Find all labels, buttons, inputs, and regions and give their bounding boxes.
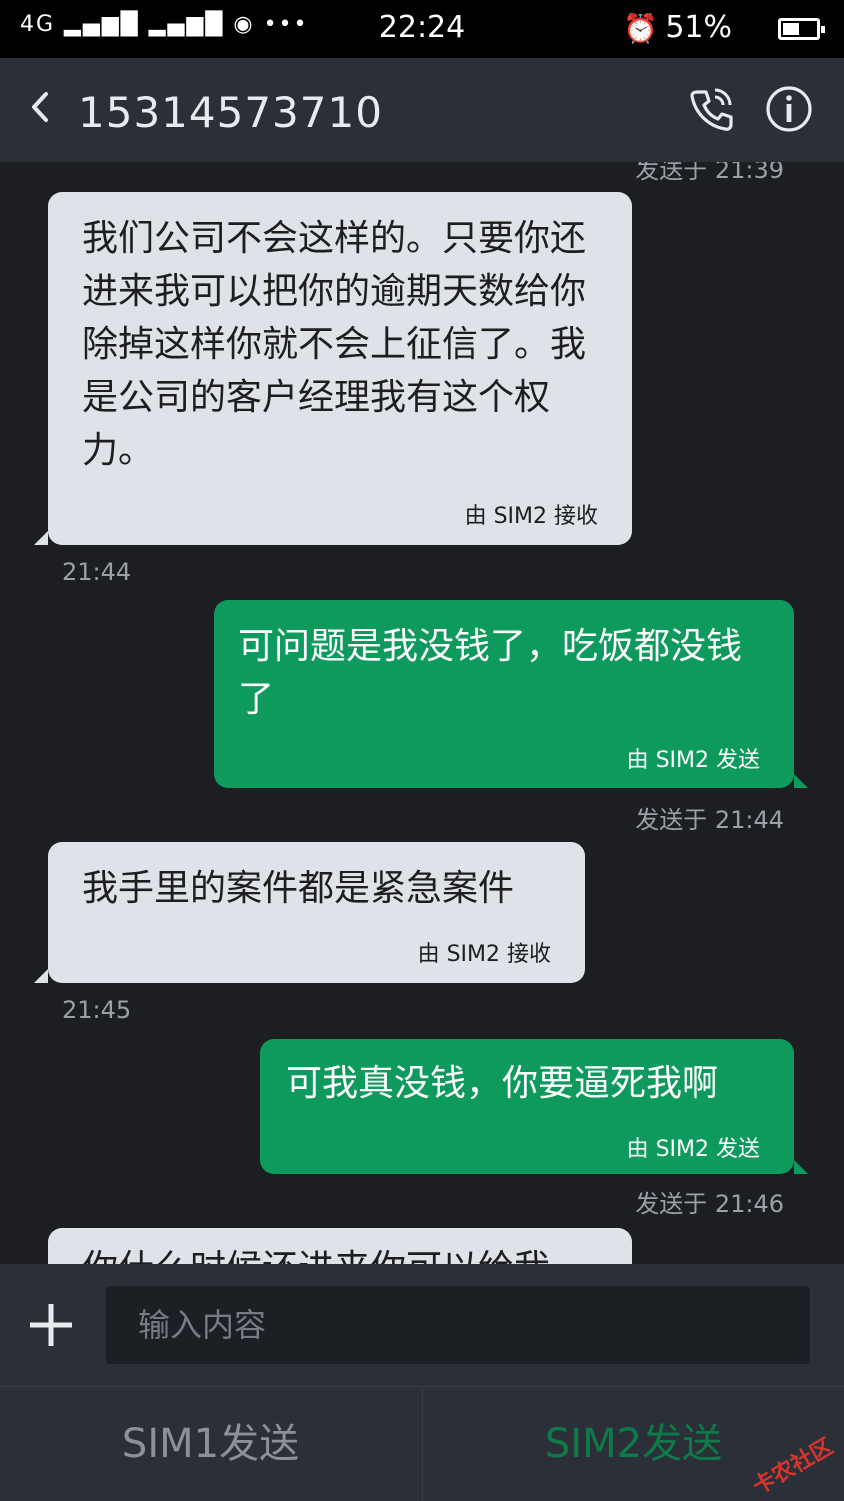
message-text: 可我真没钱，你要逼死我啊 <box>286 1063 719 1104</box>
message-bubble-outgoing[interactable]: 可我真没钱，你要逼死我啊 由 SIM2 发送 <box>260 1039 808 1174</box>
message-text: 你什么时候还进来你可以给我 <box>82 1242 608 1264</box>
timestamp: 发送于 21:46 <box>635 1190 784 1218</box>
info-icon[interactable] <box>764 84 814 134</box>
sim-send-bar: SIM1发送 SIM2发送 卡农社区 <box>0 1386 844 1501</box>
timestamp: 21:45 <box>62 996 132 1024</box>
back-arrow-icon[interactable] <box>22 82 72 132</box>
plus-icon[interactable] <box>26 1300 76 1350</box>
contact-number: 15314573710 <box>78 88 383 137</box>
status-bar: 4G ▂▄▆█ ▂▄▆█ ◉ ••• 22:24 ⏰ 51% <box>0 0 844 58</box>
message-bubble-incoming[interactable]: 你什么时候还进来你可以给我 <box>48 1228 632 1264</box>
message-bubble-outgoing[interactable]: 可问题是我没钱了，吃饭都没钱了 由 SIM2 发送 <box>214 600 808 788</box>
timestamp: 发送于 21:39 <box>635 162 784 184</box>
battery-icon <box>778 18 825 40</box>
message-text: 我手里的案件都是紧急案件 <box>82 868 515 909</box>
message-text: 我们公司不会这样的。只要你还进来我可以把你的逾期天数给你除掉这样你就不会上征信了… <box>82 218 587 471</box>
message-text: 可问题是我没钱了，吃饭都没钱了 <box>238 626 743 720</box>
message-bubble-incoming[interactable]: 我们公司不会这样的。只要你还进来我可以把你的逾期天数给你除掉这样你就不会上征信了… <box>34 192 632 545</box>
composer-bar <box>0 1264 844 1386</box>
phone-call-icon[interactable] <box>686 84 736 134</box>
message-input[interactable] <box>106 1286 810 1364</box>
sim-label: 由 SIM2 发送 <box>626 1137 760 1162</box>
conversation-header: 15314573710 <box>0 58 844 162</box>
timestamp: 发送于 21:44 <box>635 806 784 834</box>
battery-percent: 51% <box>665 10 732 45</box>
sim-label: 由 SIM2 发送 <box>626 748 760 773</box>
sim-label: 由 SIM2 接收 <box>417 942 551 967</box>
sim-label: 由 SIM2 接收 <box>464 504 598 529</box>
timestamp: 21:44 <box>62 558 132 586</box>
message-list[interactable]: 发送于 21:39 我们公司不会这样的。只要你还进来我可以把你的逾期天数给你除掉… <box>0 162 844 1264</box>
alarm-icon: ⏰ <box>623 12 658 45</box>
message-bubble-incoming[interactable]: 我手里的案件都是紧急案件 由 SIM2 接收 <box>34 842 585 983</box>
sim1-send-button[interactable]: SIM1发送 <box>0 1387 421 1501</box>
